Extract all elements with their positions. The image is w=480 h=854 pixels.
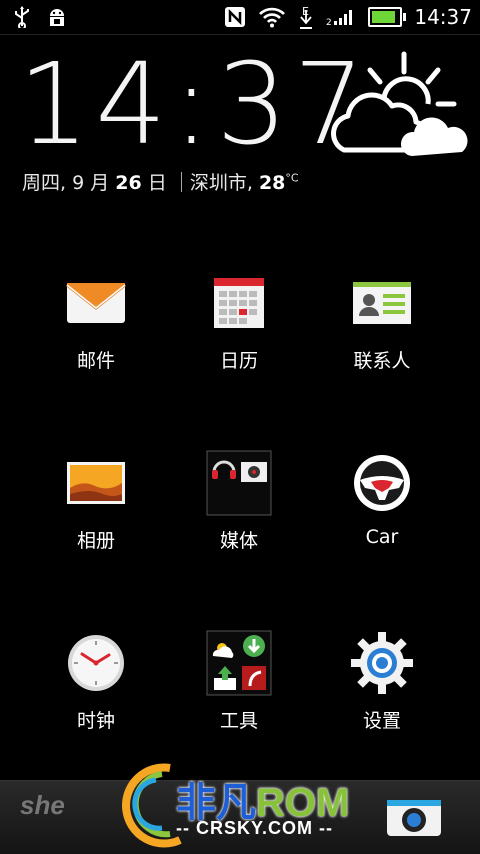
app-mail[interactable]: 邮件	[21, 270, 171, 373]
status-time: 14:37	[414, 5, 472, 29]
media-folder-icon	[206, 450, 272, 516]
gear-icon	[349, 630, 415, 696]
app-media-folder[interactable]: 媒体	[164, 450, 314, 553]
app-car[interactable]: Car	[307, 450, 457, 548]
app-label: 设置	[362, 710, 401, 732]
month-text: 9	[72, 172, 85, 194]
date-location-line[interactable]: 周四, 9 月 26 日 深圳市, 28°C	[22, 168, 299, 195]
app-clock[interactable]: 时钟	[21, 630, 171, 733]
status-divider	[0, 34, 480, 35]
nfc-icon	[225, 7, 246, 27]
app-label: 邮件	[76, 350, 115, 372]
clock-icon	[63, 630, 129, 696]
battery-icon	[368, 7, 407, 27]
app-label: 时钟	[76, 710, 115, 732]
tools-folder-icon	[206, 630, 272, 696]
app-contacts[interactable]: 联系人	[307, 270, 457, 373]
app-label: 媒体	[219, 530, 258, 552]
temperature-unit: °C	[285, 171, 299, 185]
app-label: 工具	[219, 710, 258, 732]
svg-text:2: 2	[326, 18, 332, 27]
contacts-icon	[349, 270, 415, 336]
wifi-icon	[259, 7, 286, 28]
temperature-text: 28	[258, 172, 286, 194]
data-e-icon: E	[300, 5, 313, 29]
app-calendar[interactable]: 日历	[164, 270, 314, 373]
app-label: Car	[365, 526, 399, 548]
app-label: 日历	[219, 350, 258, 372]
calendar-icon	[206, 270, 272, 336]
app-tools-folder[interactable]: 工具	[164, 630, 314, 733]
app-gallery[interactable]: 相册	[21, 450, 171, 553]
mail-icon	[63, 270, 129, 336]
partly-cloudy-icon[interactable]	[326, 46, 472, 164]
day-text: 26	[115, 172, 142, 194]
app-settings[interactable]: 设置	[307, 630, 457, 733]
app-label: 联系人	[353, 350, 411, 372]
day-unit: 日	[147, 172, 167, 194]
weekday-text: 周四,	[22, 172, 67, 194]
gallery-icon	[63, 450, 129, 516]
usb-icon	[15, 6, 29, 28]
app-label: 相册	[76, 530, 115, 552]
steering-wheel-icon	[349, 450, 415, 516]
clock-time[interactable]: 14:37	[18, 40, 371, 170]
date-separator	[180, 172, 182, 192]
month-unit: 月	[90, 172, 110, 194]
android-debug-icon	[50, 9, 64, 26]
watermark-site: -- CRSKY.COM --	[176, 818, 333, 838]
left-watermark: she	[20, 790, 65, 820]
city-text: 深圳市,	[189, 172, 253, 194]
camera-icon[interactable]	[386, 796, 442, 838]
signal-icon: 2	[326, 10, 353, 27]
status-bar[interactable]: E 2 14:37	[0, 0, 480, 34]
